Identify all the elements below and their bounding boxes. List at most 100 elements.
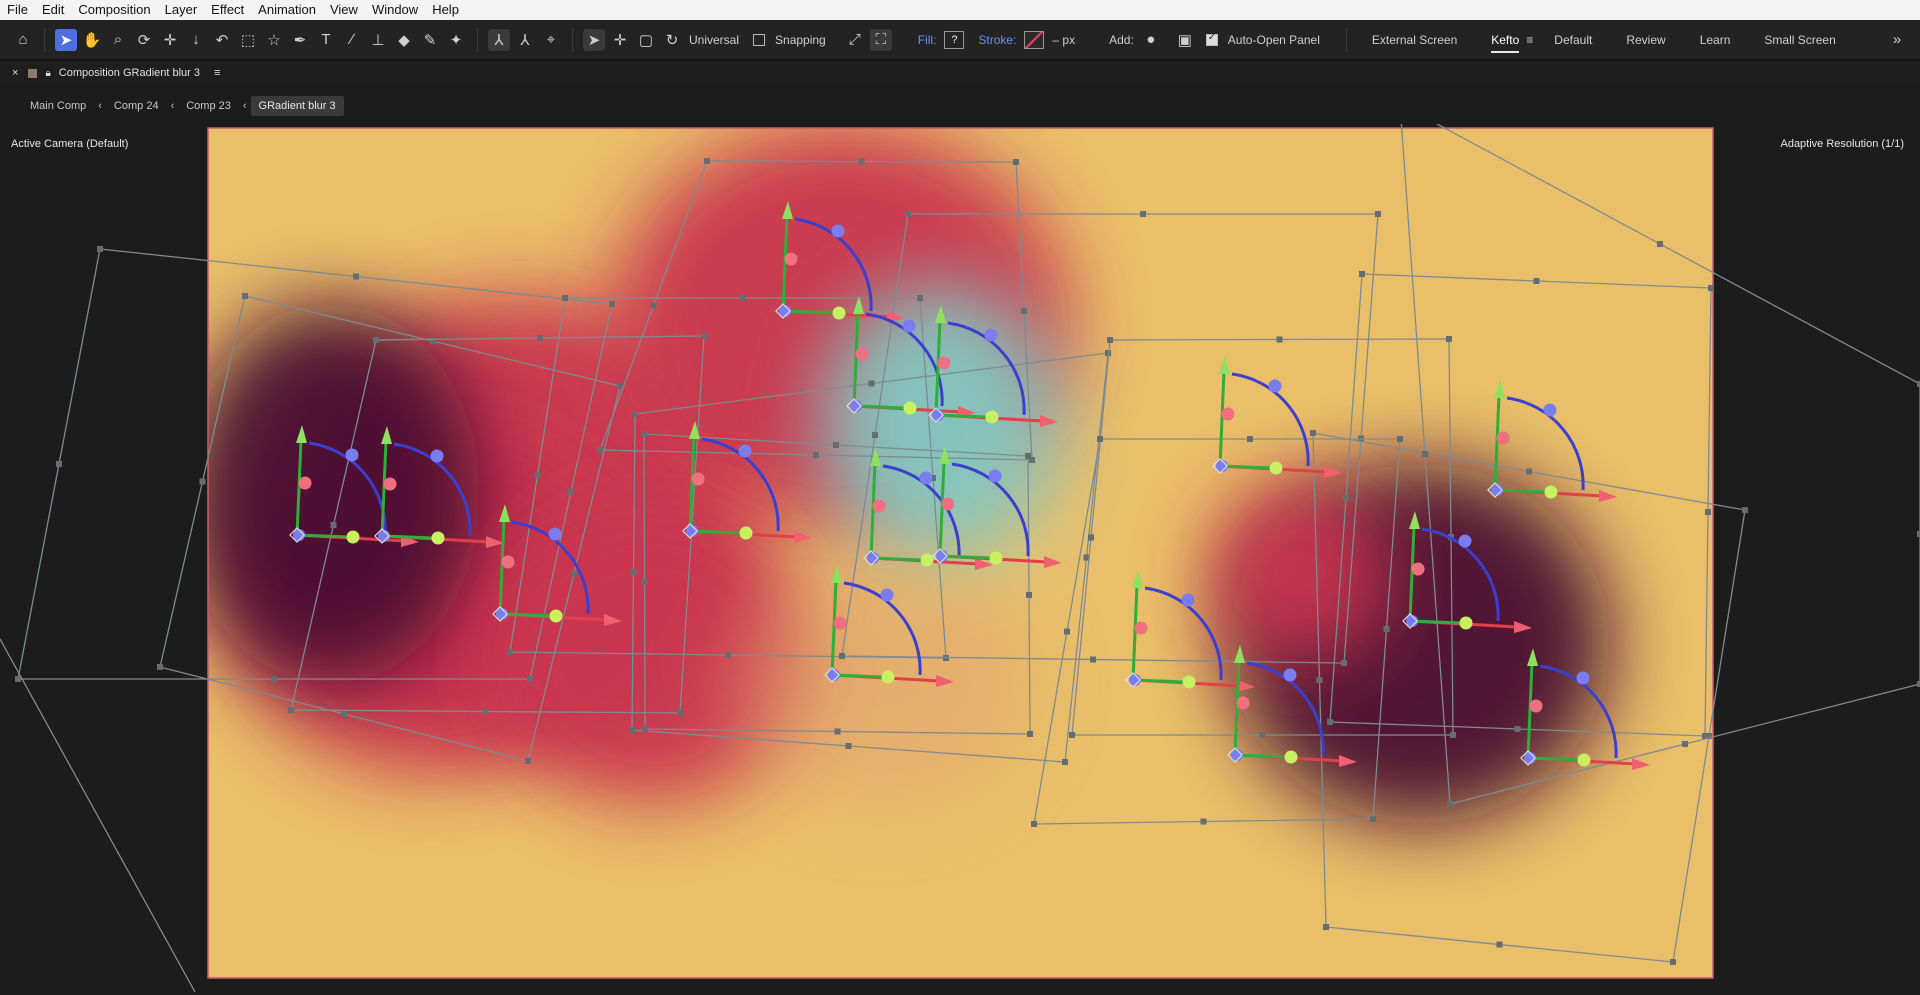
workspace-learn[interactable]: Learn (1700, 33, 1731, 47)
x-rotation-dot[interactable] (1529, 699, 1543, 713)
y-rotation-dot[interactable] (1269, 461, 1283, 475)
layer-handle[interactable] (568, 488, 574, 495)
z-rotation-dot[interactable] (345, 448, 359, 462)
puppet-pin-icon[interactable]: ✦ (445, 29, 467, 51)
layer-handle[interactable] (242, 293, 248, 299)
layer-handle[interactable] (1062, 759, 1068, 765)
orbit-icon[interactable]: ⟳ (133, 29, 155, 51)
view-axis-icon[interactable]: ⌖ (540, 29, 562, 51)
menu-animation[interactable]: Animation (251, 0, 323, 20)
layer-handle[interactable] (834, 728, 841, 735)
workspace-external-screen[interactable]: External Screen (1372, 33, 1457, 47)
x-rotation-dot[interactable] (691, 472, 705, 486)
layer-handle[interactable] (15, 676, 21, 682)
composition-viewer[interactable] (0, 101, 1920, 993)
layer-handle[interactable] (1276, 336, 1283, 343)
menu-window[interactable]: Window (365, 0, 425, 20)
x-rotation-dot[interactable] (383, 477, 397, 491)
snap-options-icon[interactable]: ⤢ (844, 29, 866, 51)
y-rotation-dot[interactable] (431, 531, 445, 545)
layer-handle[interactable] (630, 569, 637, 575)
z-rotation-dot[interactable] (1458, 534, 1472, 548)
layer-handle[interactable] (525, 758, 531, 764)
layer-handle[interactable] (1657, 241, 1663, 247)
layer-handle[interactable] (1316, 677, 1323, 683)
workspace-default[interactable]: Default (1554, 33, 1592, 47)
layer-handle[interactable] (609, 301, 615, 307)
layer-handle[interactable] (1359, 271, 1365, 277)
layer-handle[interactable] (199, 478, 206, 485)
z-rotation-dot[interactable] (430, 449, 444, 463)
z-rotation-dot[interactable] (880, 588, 894, 602)
layer-handle[interactable] (373, 337, 379, 343)
universal-label[interactable]: Universal (689, 33, 739, 47)
y-rotation-dot[interactable] (549, 609, 563, 623)
layer-handle[interactable] (1742, 507, 1748, 513)
layer-handle[interactable] (1031, 821, 1037, 827)
add-play-icon[interactable]: ● (1140, 29, 1162, 51)
add-layer-icon[interactable]: ▣ (1174, 29, 1196, 51)
stroke-width[interactable]: – px (1052, 33, 1075, 47)
home-icon[interactable]: ⌂ (12, 29, 34, 51)
layer-handle[interactable] (839, 653, 845, 659)
brush-icon[interactable]: ∕ (341, 29, 363, 51)
layer-handle[interactable] (527, 676, 533, 682)
y-rotation-dot[interactable] (1577, 753, 1591, 767)
layer-handle[interactable] (632, 411, 638, 417)
layer-handle[interactable] (641, 431, 647, 437)
workspace-menu-icon[interactable]: ≡ (1526, 33, 1533, 47)
layer-handle[interactable] (1370, 816, 1376, 822)
select-gizmo-icon[interactable]: ➤ (583, 28, 605, 51)
z-rotation-dot[interactable] (831, 224, 845, 238)
breadcrumb-item[interactable]: Comp 23 (178, 96, 239, 116)
more-workspaces-icon[interactable]: » (1886, 29, 1908, 51)
snapping-label[interactable]: Snapping (775, 33, 826, 47)
y-rotation-dot[interactable] (903, 401, 917, 415)
layer-handle[interactable] (1450, 732, 1456, 738)
layer-handle[interactable] (868, 380, 875, 387)
layer-handle[interactable] (642, 726, 648, 732)
menu-edit[interactable]: Edit (35, 0, 71, 20)
layer-handle[interactable] (1200, 818, 1207, 825)
layer-handle[interactable] (562, 295, 568, 301)
workspace-kefto[interactable]: Kefto (1491, 33, 1520, 53)
layer-handle[interactable] (341, 711, 347, 717)
z-rotation-dot[interactable] (1181, 593, 1195, 607)
fill-label[interactable]: Fill: (918, 33, 937, 47)
layer-handle[interactable] (571, 570, 577, 577)
move-gizmo-icon[interactable]: ✛ (609, 29, 631, 51)
pen-icon[interactable]: ✒ (289, 29, 311, 51)
z-rotation-dot[interactable] (1283, 668, 1297, 682)
zoom-icon[interactable]: ⌕ (107, 29, 129, 51)
layer-handle[interactable] (157, 664, 163, 670)
layer-handle[interactable] (534, 472, 541, 478)
layer-handle[interactable] (1341, 660, 1347, 666)
layer-handle[interactable] (650, 302, 657, 309)
scale-gizmo-icon[interactable]: ▢ (635, 29, 657, 51)
workspace-review[interactable]: Review (1626, 33, 1665, 47)
shape-icon[interactable]: ☆ (263, 29, 285, 51)
pan-behind-icon[interactable]: ⬚ (237, 29, 259, 51)
layer-handle[interactable] (1027, 731, 1033, 737)
layer-handle[interactable] (617, 383, 623, 389)
x-rotation-dot[interactable] (872, 499, 886, 513)
x-rotation-dot[interactable] (833, 616, 847, 630)
layer-handle[interactable] (701, 333, 707, 339)
x-rotation-dot[interactable] (1411, 562, 1425, 576)
layer-handle[interactable] (641, 578, 648, 585)
layer-handle[interactable] (1514, 726, 1521, 732)
layer-handle[interactable] (1140, 211, 1146, 217)
y-rotation-dot[interactable] (739, 526, 753, 540)
panel-menu-icon[interactable]: ≡ (214, 67, 220, 79)
menu-composition[interactable]: Composition (71, 0, 157, 20)
hand-icon[interactable]: ✋ (81, 29, 103, 51)
layer-handle[interactable] (1021, 308, 1027, 314)
world-axis-icon[interactable]: ⅄ (514, 29, 536, 51)
fill-swatch[interactable]: ? (944, 30, 965, 49)
layer-handle[interactable] (271, 676, 277, 682)
layer-handle[interactable] (725, 652, 731, 658)
layer-handle[interactable] (97, 246, 103, 252)
x-rotation-dot[interactable] (1236, 696, 1250, 710)
z-rotation-dot[interactable] (1268, 379, 1282, 393)
auto-open-checkbox[interactable] (1205, 32, 1218, 46)
